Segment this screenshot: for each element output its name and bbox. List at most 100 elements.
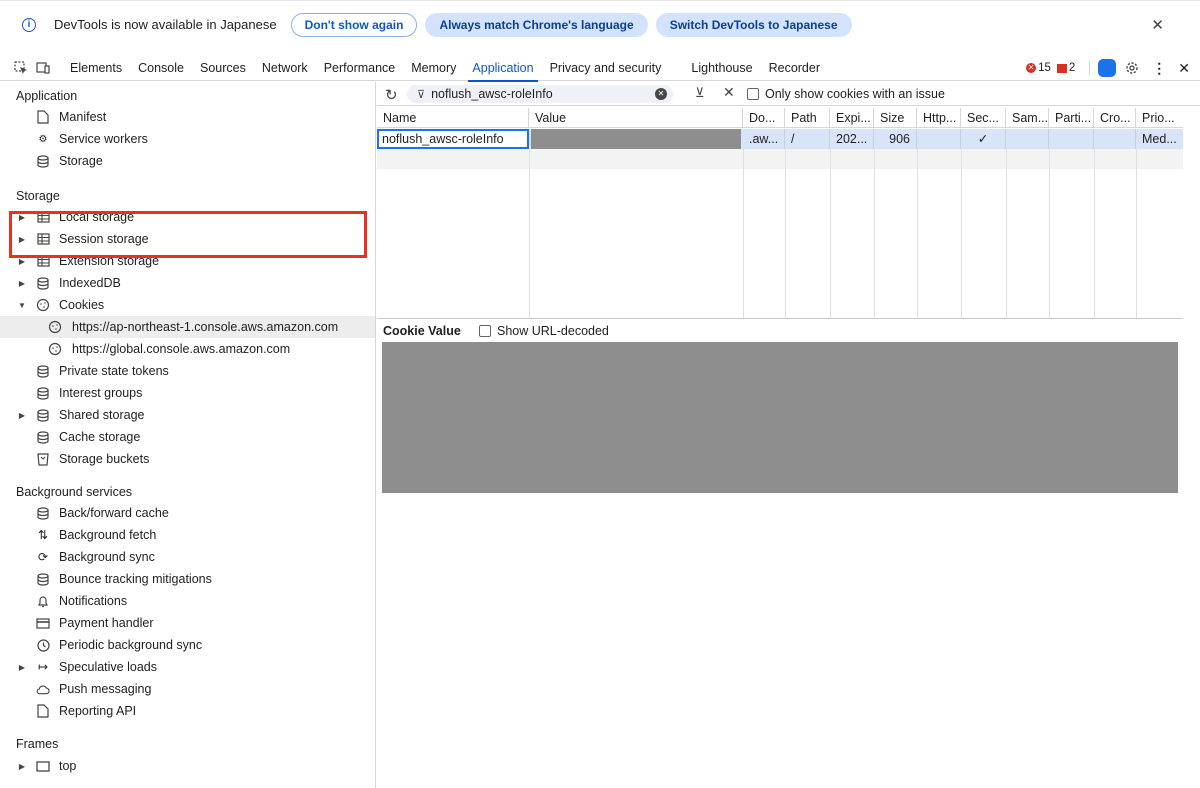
sidebar-item-bounce-tracking[interactable]: Bounce tracking mitigations (0, 568, 375, 590)
column-divider (785, 149, 786, 318)
always-match-language-button[interactable]: Always match Chrome's language (425, 12, 648, 37)
sidebar-item-private-state-tokens[interactable]: Private state tokens (0, 360, 375, 382)
device-toolbar-icon[interactable] (36, 61, 50, 75)
sidebar-item-indexeddb[interactable]: ▶ IndexedDB (0, 272, 375, 294)
sidebar-item-back-forward-cache[interactable]: Back/forward cache (0, 502, 375, 524)
sidebar-item-label: https://ap-northeast-1.console.aws.amazo… (72, 320, 339, 334)
chevron-right-icon[interactable]: ▶ (17, 411, 27, 420)
switch-to-japanese-button[interactable]: Switch DevTools to Japanese (655, 12, 852, 37)
col-header-cross-site[interactable]: Cro... (1094, 108, 1136, 128)
inspect-element-icon[interactable] (14, 60, 28, 75)
cell-expires[interactable]: 202... (830, 129, 874, 149)
sidebar-item-shared-storage[interactable]: ▶ Shared storage (0, 404, 375, 426)
tab-lighthouse[interactable]: Lighthouse (683, 55, 760, 81)
error-counter[interactable]: ✕ 15 2 (1026, 62, 1075, 74)
close-icon[interactable]: ✕ (1151, 16, 1164, 34)
sidebar-item-cookies[interactable]: ▼ Cookies (0, 294, 375, 316)
database-icon (36, 408, 50, 422)
cell-value-redacted[interactable] (531, 129, 741, 149)
show-url-decoded-checkbox[interactable]: Show URL-decoded (479, 324, 609, 338)
sidebar-item-service-workers[interactable]: ⚙ Service workers (0, 128, 375, 150)
clear-input-icon[interactable]: ✕ (655, 88, 667, 100)
col-header-expires[interactable]: Expi... (830, 108, 874, 128)
col-header-name[interactable]: Name (377, 108, 529, 128)
cell-partition[interactable] (1049, 129, 1094, 149)
sidebar-item-label: Service workers (59, 132, 148, 146)
sidebar-item-interest-groups[interactable]: Interest groups (0, 382, 375, 404)
col-header-path[interactable]: Path (785, 108, 830, 128)
sidebar-item-reporting-api[interactable]: Reporting API (0, 700, 375, 722)
col-header-domain[interactable]: Do... (743, 108, 785, 128)
cell-name[interactable]: noflush_awsc-roleInfo (377, 129, 529, 149)
sidebar-item-cookie-origin-ap-northeast-1[interactable]: https://ap-northeast-1.console.aws.amazo… (0, 316, 375, 338)
col-header-httponly[interactable]: Http... (917, 108, 961, 128)
checkbox[interactable] (479, 325, 491, 337)
col-header-value[interactable]: Value (529, 108, 743, 128)
sidebar-item-frame-top[interactable]: ▶ top (0, 755, 375, 777)
sidebar-item-background-sync[interactable]: ⟳ Background sync (0, 546, 375, 568)
clear-filtered-cookies-icon[interactable]: ⊻ (695, 85, 705, 101)
sidebar-item-cache-storage[interactable]: Cache storage (0, 426, 375, 448)
sidebar-item-label: Private state tokens (59, 364, 169, 378)
only-issue-checkbox[interactable]: Only show cookies with an issue (747, 87, 945, 101)
tab-privacy-security[interactable]: Privacy and security (542, 55, 670, 81)
only-issue-label: Only show cookies with an issue (765, 87, 945, 101)
table-splitter[interactable] (377, 318, 1183, 319)
cell-secure[interactable]: ✓ (961, 129, 1006, 149)
database-icon (36, 364, 50, 378)
cell-httponly[interactable] (917, 129, 961, 149)
cell-domain[interactable]: .aw... (743, 129, 785, 149)
sidebar-item-cookie-origin-global[interactable]: https://global.console.aws.amazon.com (0, 338, 375, 360)
close-devtools-icon[interactable]: ✕ (1178, 60, 1190, 77)
tab-network[interactable]: Network (254, 55, 316, 81)
column-divider (1006, 149, 1007, 318)
ai-assistance-icon[interactable] (1098, 59, 1117, 77)
dont-show-again-button[interactable]: Don't show again (290, 12, 418, 37)
sidebar-item-label: Reporting API (59, 704, 137, 718)
cell-priority[interactable]: Med... (1136, 129, 1183, 149)
filter-value: noflush_awsc-roleInfo (431, 87, 553, 101)
delete-selected-icon[interactable]: ✕ (723, 84, 735, 101)
chevron-right-icon[interactable]: ▶ (17, 762, 27, 771)
cell-path[interactable]: / (785, 129, 830, 149)
sidebar-item-manifest[interactable]: Manifest (0, 106, 375, 128)
more-options-icon[interactable]: ⋮ (1152, 60, 1166, 77)
tab-memory[interactable]: Memory (403, 55, 464, 81)
checkbox[interactable] (747, 88, 759, 100)
chevron-right-icon[interactable]: ▶ (17, 279, 27, 288)
tab-sources[interactable]: Sources (192, 55, 254, 81)
tab-performance[interactable]: Performance (316, 55, 404, 81)
refresh-icon[interactable]: ↻ (385, 86, 398, 104)
chevron-right-icon[interactable]: ▶ (17, 663, 27, 672)
chevron-down-icon[interactable]: ▼ (17, 301, 27, 310)
divider (1089, 60, 1091, 76)
cell-cross-site[interactable] (1094, 129, 1136, 149)
cell-size[interactable]: 906 (874, 129, 917, 149)
cookie-filter-input[interactable]: ⊽ noflush_awsc-roleInfo ✕ (407, 85, 673, 103)
tab-console[interactable]: Console (130, 55, 192, 81)
sidebar-item-notifications[interactable]: Notifications (0, 590, 375, 612)
sidebar-item-storage-buckets[interactable]: Storage buckets (0, 448, 375, 470)
col-header-samesite[interactable]: Sam... (1006, 108, 1049, 128)
sidebar-item-payment-handler[interactable]: Payment handler (0, 612, 375, 634)
gears-icon: ⚙ (38, 133, 48, 145)
sidebar-item-storage[interactable]: Storage (0, 150, 375, 172)
table-row[interactable]: noflush_awsc-roleInfo .aw... / 202... 90… (377, 129, 1183, 149)
tab-elements[interactable]: Elements (62, 55, 130, 81)
column-divider (1049, 149, 1050, 318)
col-header-secure[interactable]: Sec... (961, 108, 1006, 128)
sidebar-item-periodic-background-sync[interactable]: Periodic background sync (0, 634, 375, 656)
sidebar-item-speculative-loads[interactable]: ▶ ↦ Speculative loads (0, 656, 375, 678)
col-header-partition[interactable]: Parti... (1049, 108, 1094, 128)
sidebar-item-background-fetch[interactable]: ⇅ Background fetch (0, 524, 375, 546)
cloud-icon (36, 682, 50, 696)
gear-icon[interactable] (1124, 60, 1140, 76)
col-header-priority[interactable]: Prio... (1136, 108, 1183, 128)
sidebar-item-push-messaging[interactable]: Push messaging (0, 678, 375, 700)
issue-icon (1056, 63, 1067, 73)
tab-recorder[interactable]: Recorder (761, 55, 828, 81)
cell-samesite[interactable] (1006, 129, 1049, 149)
bell-icon (36, 594, 50, 608)
tab-application[interactable]: Application (464, 55, 541, 82)
col-header-size[interactable]: Size (874, 108, 917, 128)
